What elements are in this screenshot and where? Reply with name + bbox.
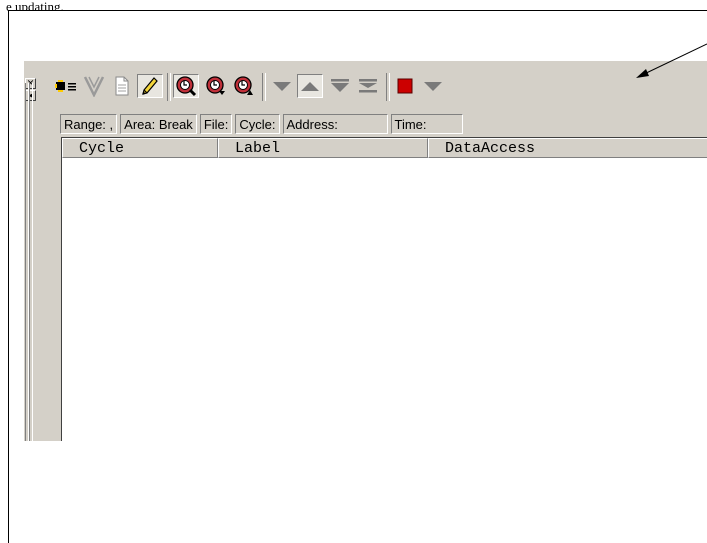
find-prev-icon[interactable] [231,74,257,98]
scroll-down-icon[interactable] [269,74,295,98]
find-icon[interactable] [173,74,199,98]
list-header: Cycle Label DataAccess [62,138,707,158]
time-field: Time: [390,114,463,134]
trace-list[interactable]: Cycle Label DataAccess [61,137,707,441]
stop-icon[interactable] [392,74,418,98]
toolbar-separator [167,73,171,101]
filter-icon[interactable] [81,74,107,98]
trace-acquire-icon[interactable] [53,74,79,98]
area-field: Area: Break [120,114,197,134]
column-header-cycle[interactable]: Cycle [62,138,218,158]
cycle-field: Cycle: [235,114,280,134]
column-header-dataaccess[interactable]: DataAccess [428,138,707,158]
document-icon[interactable] [109,74,135,98]
address-field: Address: [282,114,388,134]
dock-grip-2[interactable] [29,83,33,441]
toolbar-separator-2 [262,73,266,101]
trace-window: ✕ ◂ Range: , Area: Break File: Cycle: Ad… [24,61,707,441]
pencil-icon[interactable] [137,74,163,98]
column-header-label[interactable]: Label [218,138,428,158]
status-bar: Range: , Area: Break File: Cycle: Addres… [60,112,707,136]
toolbar [36,61,707,115]
dropdown-icon[interactable] [420,74,446,98]
scroll-up-icon[interactable] [297,74,323,98]
range-field: Range: , [60,114,118,134]
scroll-top-icon[interactable] [355,74,381,98]
scroll-bottom-icon[interactable] [327,74,353,98]
toolbar-separator-3 [386,73,390,101]
find-next-icon[interactable] [203,74,229,98]
dock-bar: ✕ ◂ [24,61,36,441]
file-field: File: [199,114,233,134]
